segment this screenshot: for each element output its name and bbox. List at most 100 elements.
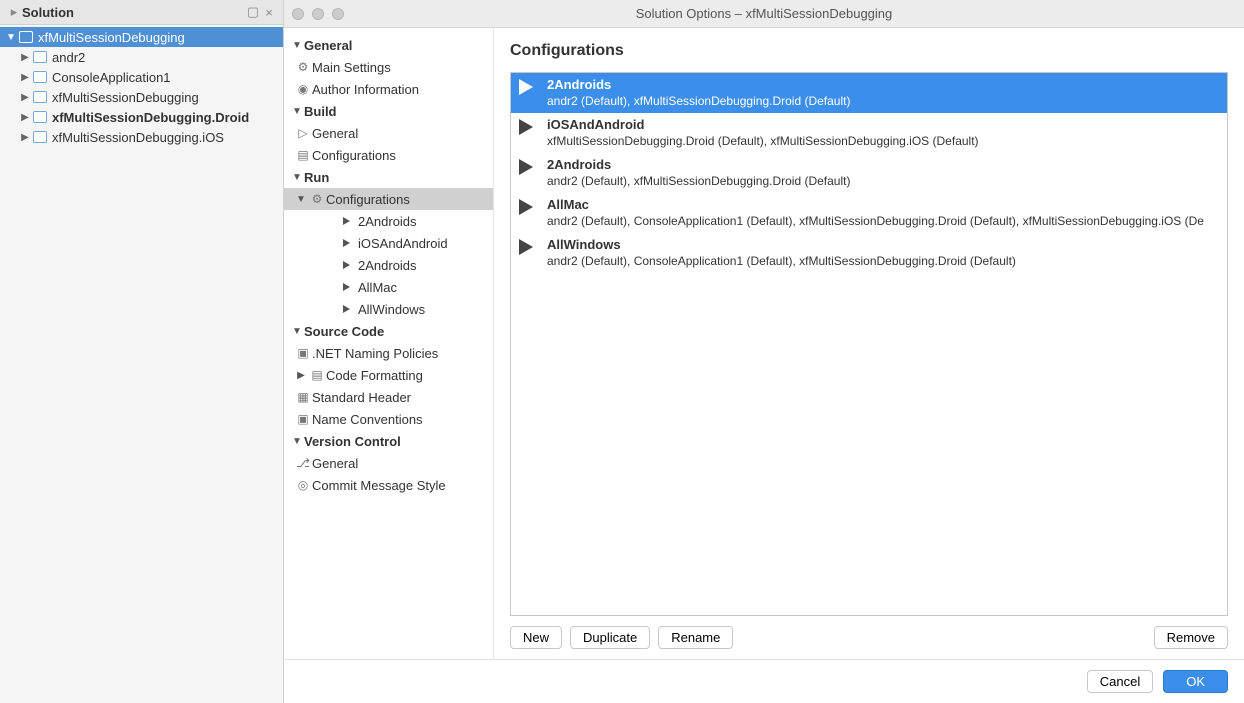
panel-menu-icon[interactable]: ▸ xyxy=(6,4,22,20)
solution-icon xyxy=(18,30,34,44)
nav-item-vc-general[interactable]: ⎇ General xyxy=(284,452,493,474)
ok-button[interactable]: OK xyxy=(1163,670,1228,693)
configuration-item[interactable]: iOSAndAndroidxfMultiSessionDebugging.Dro… xyxy=(511,113,1227,153)
remove-button[interactable]: Remove xyxy=(1154,626,1228,649)
nav-run-config-label: iOSAndAndroid xyxy=(358,236,448,251)
nav-run-config-label: AllMac xyxy=(358,280,397,295)
configuration-subtitle: andr2 (Default), xfMultiSessionDebugging… xyxy=(547,93,850,109)
configuration-title: AllMac xyxy=(547,197,1204,213)
configuration-item[interactable]: AllMacandr2 (Default), ConsoleApplicatio… xyxy=(511,193,1227,233)
configurations-heading: Configurations xyxy=(510,42,1228,60)
chevron-down-icon: ▼ xyxy=(294,194,308,205)
rename-button[interactable]: Rename xyxy=(658,626,733,649)
traffic-close[interactable] xyxy=(292,8,304,20)
play-icon xyxy=(519,79,541,95)
dialog-footer: Cancel OK xyxy=(284,659,1244,703)
cancel-button[interactable]: Cancel xyxy=(1087,670,1153,693)
configuration-subtitle: xfMultiSessionDebugging.Droid (Default),… xyxy=(547,133,979,149)
chevron-right-icon: ▶ xyxy=(18,92,32,103)
chevron-down-icon: ▼ xyxy=(290,172,304,183)
chevron-down-icon: ▼ xyxy=(290,40,304,51)
project-icon xyxy=(32,130,48,144)
nav-item-commit-style[interactable]: ◎ Commit Message Style xyxy=(284,474,493,496)
chevron-right-icon: ▶ xyxy=(294,370,308,381)
nav-item-standard-header[interactable]: ▦ Standard Header xyxy=(284,386,493,408)
panel-close-icon[interactable]: × xyxy=(261,5,277,20)
play-icon xyxy=(519,199,541,215)
configuration-item[interactable]: AllWindowsandr2 (Default), ConsoleApplic… xyxy=(511,233,1227,273)
configuration-item[interactable]: 2Androidsandr2 (Default), xfMultiSession… xyxy=(511,73,1227,113)
project-label: ConsoleApplication1 xyxy=(52,70,171,85)
configuration-title: AllWindows xyxy=(547,237,1016,253)
traffic-minimize[interactable] xyxy=(312,8,324,20)
configuration-title: iOSAndAndroid xyxy=(547,117,979,133)
play-icon xyxy=(519,239,541,255)
nav-run-config-label: 2Androids xyxy=(358,214,417,229)
branch-icon: ⎇ xyxy=(294,456,312,470)
chevron-right-icon: ▶ xyxy=(18,132,32,143)
nav-item-net-naming[interactable]: ▣ .NET Naming Policies xyxy=(284,342,493,364)
nav-item-build-configurations[interactable]: ▤ Configurations xyxy=(284,144,493,166)
nav-section-vc[interactable]: ▼ Version Control xyxy=(284,430,493,452)
traffic-zoom[interactable] xyxy=(332,8,344,20)
project-row[interactable]: ▶andr2 xyxy=(0,47,283,67)
configuration-item[interactable]: 2Androidsandr2 (Default), xfMultiSession… xyxy=(511,153,1227,193)
duplicate-button[interactable]: Duplicate xyxy=(570,626,650,649)
configuration-title: 2Androids xyxy=(547,77,850,93)
header-icon: ▦ xyxy=(294,390,312,404)
play-icon xyxy=(340,261,358,269)
panel-undock-icon[interactable]: ▢ xyxy=(245,4,261,20)
nav-run-config-label: AllWindows xyxy=(358,302,425,317)
new-button[interactable]: New xyxy=(510,626,562,649)
play-icon xyxy=(519,159,541,175)
project-row[interactable]: ▶ xfMultiSessionDebugging xyxy=(0,87,283,107)
general-icon: ▷ xyxy=(294,126,312,140)
solution-root[interactable]: ▼ xfMultiSessionDebugging xyxy=(0,27,283,47)
nav-item-main-settings[interactable]: ⚙ Main Settings xyxy=(284,56,493,78)
project-row[interactable]: ▶xfMultiSessionDebugging.Droid xyxy=(0,107,283,127)
chevron-down-icon: ▼ xyxy=(290,106,304,117)
solution-options-dialog: Solution Options – xfMultiSessionDebuggi… xyxy=(284,0,1244,703)
configuration-title: 2Androids xyxy=(547,157,850,173)
nav-section-general[interactable]: ▼ General xyxy=(284,34,493,56)
nav-item-name-conventions[interactable]: ▣ Name Conventions xyxy=(284,408,493,430)
configurations-list: 2Androidsandr2 (Default), xfMultiSession… xyxy=(510,72,1228,616)
solution-panel-header: ▸ Solution ▢ × xyxy=(0,0,283,25)
configurations-icon: ▤ xyxy=(294,148,312,162)
project-label: xfMultiSessionDebugging.iOS xyxy=(52,130,224,145)
nav-section-source[interactable]: ▼ Source Code xyxy=(284,320,493,342)
nav-item-build-general[interactable]: ▷ General xyxy=(284,122,493,144)
nav-run-config-item[interactable]: iOSAndAndroid xyxy=(284,232,493,254)
project-row[interactable]: ▶ xfMultiSessionDebugging.iOS xyxy=(0,127,283,147)
play-icon xyxy=(340,239,358,247)
conventions-icon: ▣ xyxy=(294,412,312,426)
configuration-subtitle: andr2 (Default), ConsoleApplication1 (De… xyxy=(547,213,1204,229)
play-icon xyxy=(340,283,358,291)
nav-item-author-info[interactable]: ◉ Author Information xyxy=(284,78,493,100)
nav-run-config-item[interactable]: 2Androids xyxy=(284,210,493,232)
solution-root-label: xfMultiSessionDebugging xyxy=(38,30,185,45)
project-icon xyxy=(32,70,48,84)
nav-item-code-formatting[interactable]: ▶ ▤ Code Formatting xyxy=(284,364,493,386)
chevron-down-icon: ▼ xyxy=(290,326,304,337)
dialog-titlebar: Solution Options – xfMultiSessionDebuggi… xyxy=(284,0,1244,28)
nav-item-run-configurations[interactable]: ▼ ⚙ Configurations xyxy=(284,188,493,210)
nav-run-config-item[interactable]: AllMac xyxy=(284,276,493,298)
gear-icon: ⚙ xyxy=(308,192,326,206)
nav-run-config-item[interactable]: 2Androids xyxy=(284,254,493,276)
author-icon: ◉ xyxy=(294,82,312,96)
play-icon xyxy=(340,305,358,313)
nav-section-run[interactable]: ▼ Run xyxy=(284,166,493,188)
project-row[interactable]: ▶ConsoleApplication1 xyxy=(0,67,283,87)
chevron-right-icon: ▶ xyxy=(18,52,32,63)
chevron-down-icon: ▼ xyxy=(4,32,18,43)
nav-run-config-item[interactable]: AllWindows xyxy=(284,298,493,320)
solution-panel: ▸ Solution ▢ × ▼ xfMultiSessionDebugging… xyxy=(0,0,284,703)
project-label: xfMultiSessionDebugging.Droid xyxy=(52,110,249,125)
play-icon xyxy=(340,217,358,225)
project-label: xfMultiSessionDebugging xyxy=(52,90,199,105)
project-icon xyxy=(32,90,48,104)
configuration-subtitle: andr2 (Default), ConsoleApplication1 (De… xyxy=(547,253,1016,269)
nav-section-build[interactable]: ▼ Build xyxy=(284,100,493,122)
configuration-subtitle: andr2 (Default), xfMultiSessionDebugging… xyxy=(547,173,850,189)
